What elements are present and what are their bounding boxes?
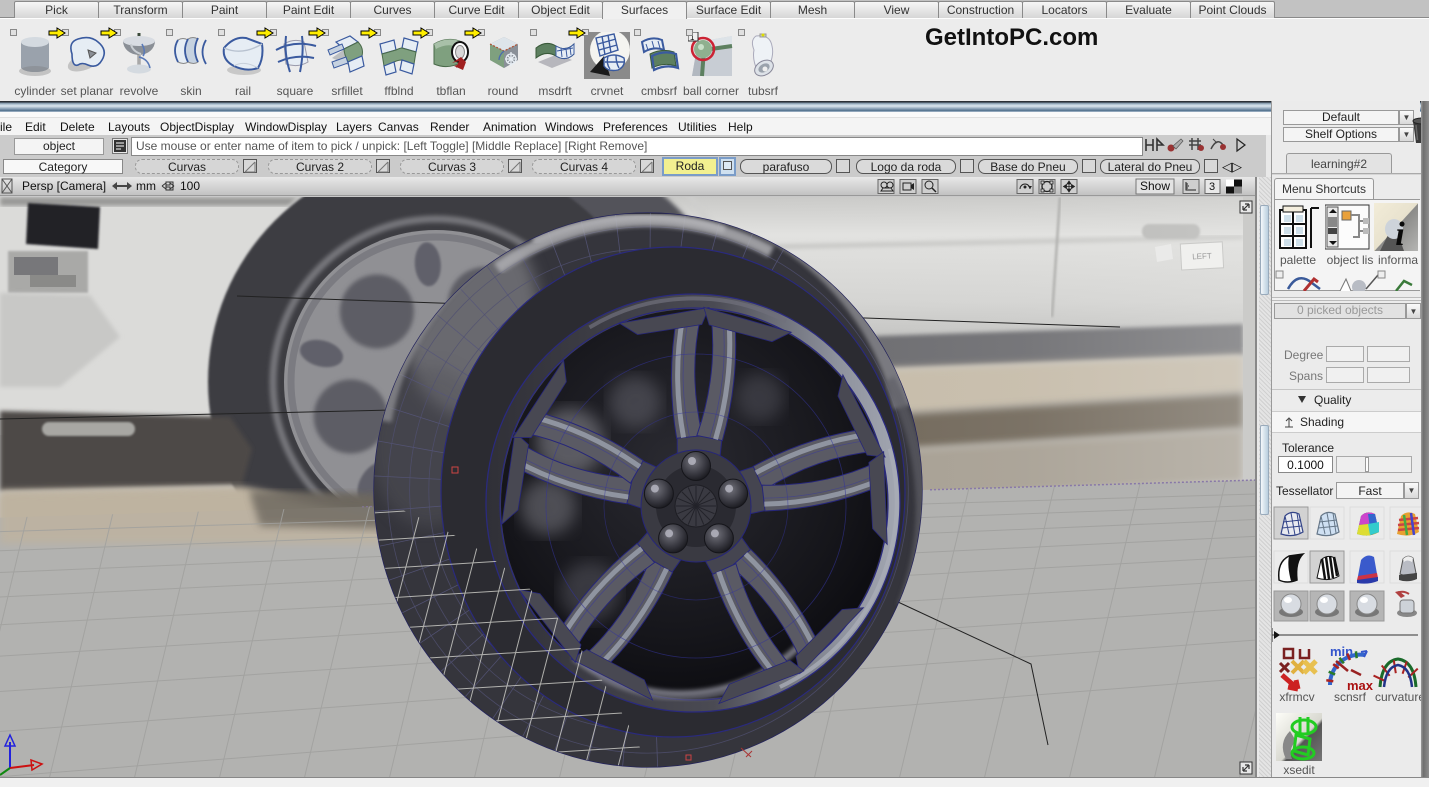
svg-text:100: 100: [180, 179, 200, 193]
svg-text:Persp [Camera]: Persp [Camera]: [22, 179, 106, 193]
svg-text:scnsrf: scnsrf: [1334, 690, 1367, 704]
svg-text:xfrmcv: xfrmcv: [1279, 690, 1314, 704]
svg-text:LEFT: LEFT: [1192, 251, 1212, 261]
svg-text:curvature: curvature: [1375, 690, 1421, 704]
svg-text:3: 3: [1209, 181, 1215, 193]
svg-text:i: i: [1395, 216, 1405, 251]
svg-text:mm: mm: [136, 179, 156, 193]
svg-text:min: min: [1330, 644, 1353, 659]
svg-text:max: max: [1347, 678, 1374, 693]
svg-text:Show: Show: [1140, 179, 1170, 193]
svg-text:xsedit: xsedit: [1283, 763, 1315, 777]
